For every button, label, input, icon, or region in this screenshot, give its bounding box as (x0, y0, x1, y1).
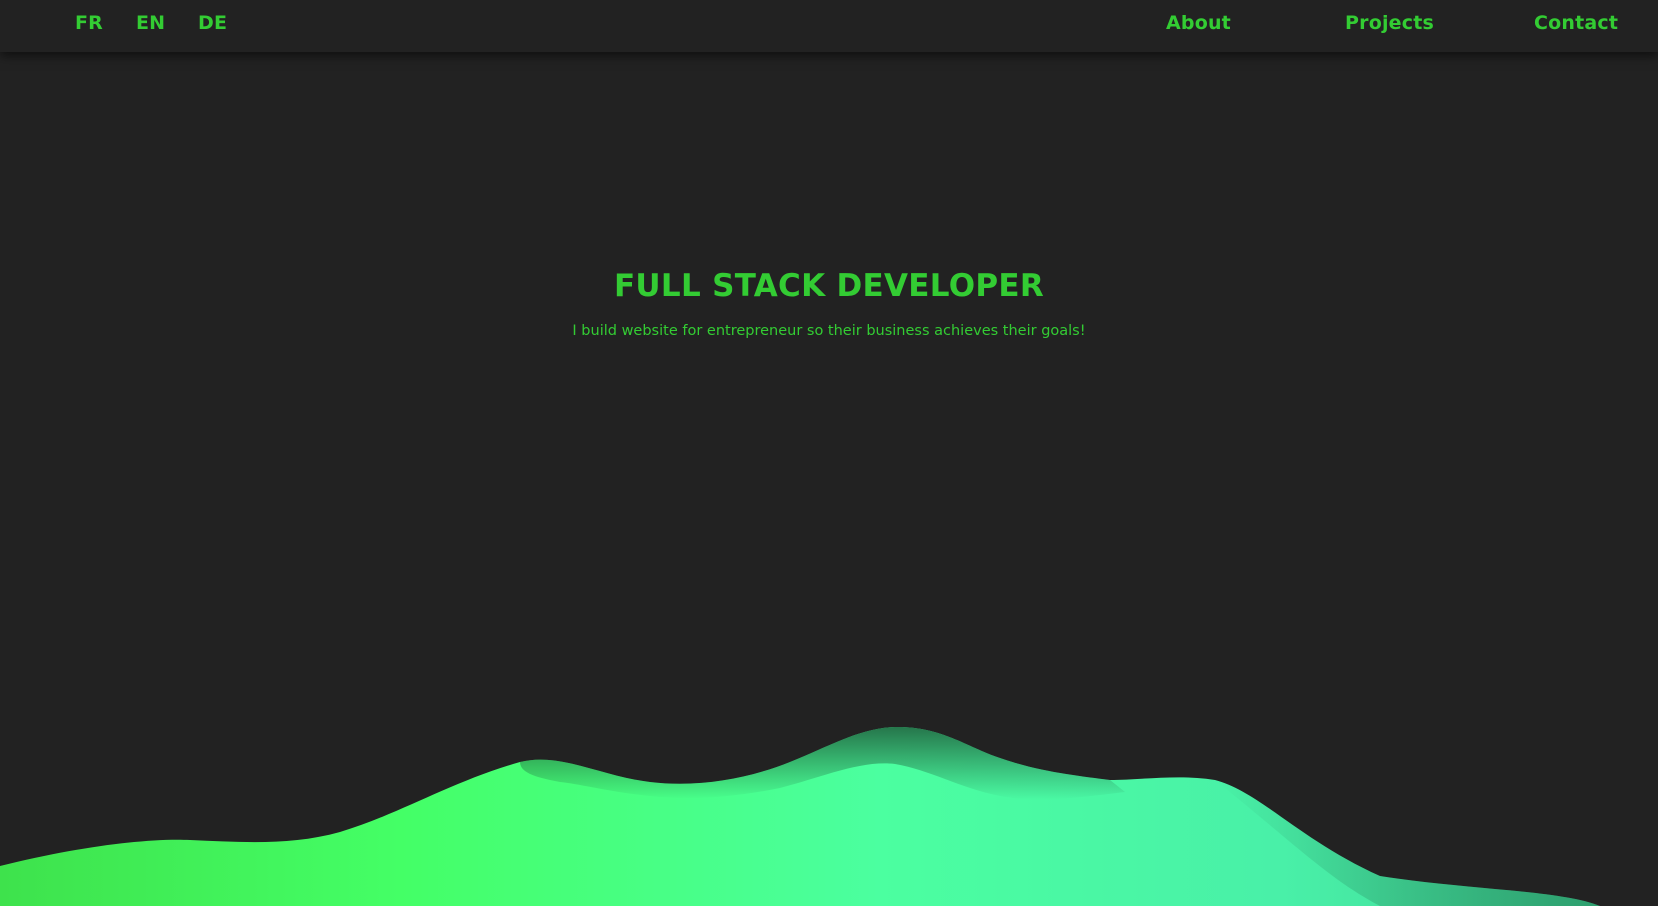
terrain-illustration (0, 726, 1600, 906)
language-de-link[interactable]: DE (198, 10, 227, 36)
nav-about-link[interactable]: About (1166, 10, 1231, 36)
language-en-link[interactable]: EN (136, 10, 165, 36)
hero-subtitle: I build website for entrepreneur so thei… (572, 322, 1086, 339)
nav-contact-link[interactable]: Contact (1534, 10, 1618, 36)
hero-title: FULL STACK DEVELOPER (613, 267, 1045, 304)
nav-projects-link[interactable]: Projects (1345, 10, 1434, 36)
top-navigation-bar: FR EN DE About Projects Contact (0, 0, 1658, 52)
language-fr-link[interactable]: FR (75, 10, 103, 36)
